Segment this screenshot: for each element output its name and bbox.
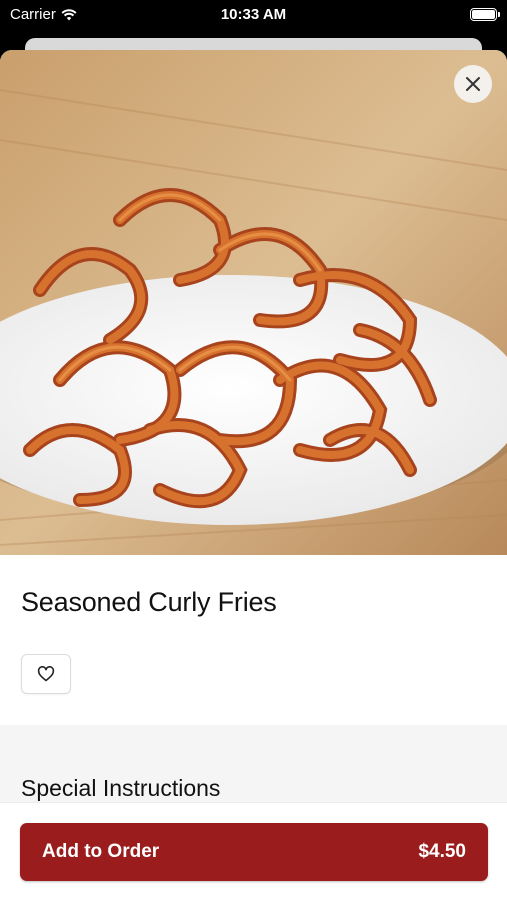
close-icon (466, 77, 480, 91)
item-image (0, 50, 507, 555)
status-bar: Carrier 10:33 AM (0, 0, 507, 30)
item-title: Seasoned Curly Fries (21, 587, 277, 617)
add-to-order-button[interactable]: Add to Order $4.50 (20, 823, 488, 881)
item-detail-sheet: Seasoned Curly Fries Special Instruction… (0, 50, 507, 900)
battery-icon (470, 8, 500, 21)
bottom-bar: Add to Order $4.50 (0, 802, 507, 900)
favorite-button[interactable] (21, 654, 71, 694)
heart-outline-icon (37, 666, 55, 682)
add-to-order-label: Add to Order (42, 841, 160, 862)
close-button[interactable] (454, 65, 492, 103)
status-time: 10:33 AM (220, 6, 287, 23)
special-instructions-title: Special Instructions (21, 775, 221, 801)
order-price: $4.50 (418, 841, 466, 862)
